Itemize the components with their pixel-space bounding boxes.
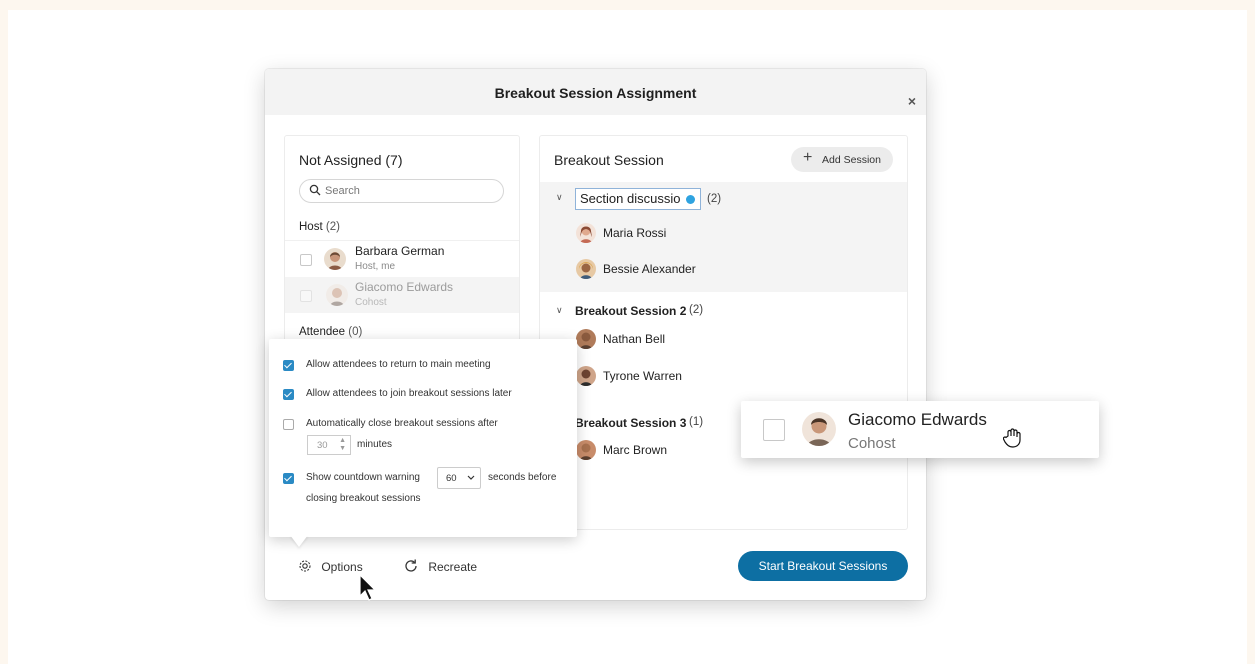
stepper-value: 30 [317,440,328,451]
popover-pointer [290,535,308,547]
member-name: Bessie Alexander [603,262,696,276]
dialog-header: Breakout Session Assignment × [265,69,926,115]
gear-icon [299,560,311,572]
options-button[interactable]: Options [298,559,363,574]
session-name-text: Section discussio [580,191,681,206]
text-cursor-icon [686,195,695,204]
countdown-select[interactable]: 60 [437,467,481,489]
avatar [576,329,596,349]
participant-name: Barbara German [355,244,445,258]
minutes-unit: minutes [357,439,393,450]
option-label: Allow attendees to join breakout session… [306,388,512,399]
attendee-count: (0) [348,326,363,338]
dialog-title: Breakout Session Assignment [494,85,697,101]
session-group: ∨ Breakout Session 2 (2) Nathan Bell Tyr… [540,296,907,406]
minutes-stepper[interactable]: 30 ▲ ▼ [307,435,351,455]
list-item[interactable]: Bessie Alexander [540,254,907,290]
participant-role: Cohost [355,297,387,308]
search-icon [309,184,321,196]
breakout-session-panel: Breakout Session + Add Session ∨ Section… [539,135,908,530]
breakout-session-title: Breakout Session [554,152,664,168]
avatar [802,412,836,446]
avatar [576,366,596,386]
member-name: Nathan Bell [603,332,666,346]
dragged-participant-card[interactable]: Giacomo Edwards Cohost [741,401,1099,458]
avatar [576,440,596,460]
option-label: Automatically close breakout sessions af… [306,418,498,429]
recreate-label: Recreate [428,560,478,574]
avatar [576,259,596,279]
countdown-suffix: seconds before [488,472,557,483]
session-count: (2) [707,193,722,205]
add-session-button[interactable]: + Add Session [791,147,893,172]
host-heading: Host (2) [299,221,340,233]
participant-name: Giacomo Edwards [848,410,987,429]
list-item[interactable]: Nathan Bell [540,324,907,360]
member-name: Marc Brown [603,443,668,457]
checkbox-checked[interactable] [283,389,294,400]
session-count: (2) [689,304,704,316]
mouse-pointer-icon [359,574,377,601]
avatar [324,248,346,270]
option-label: Show countdown warning [306,472,420,483]
checkbox-checked[interactable] [283,360,294,371]
countdown-suffix-2: closing breakout sessions [306,493,421,504]
attendee-heading: Attendee (0) [299,326,362,338]
close-icon[interactable]: × [908,77,916,125]
participant-name: Giacomo Edwards [355,280,454,294]
grab-hand-icon [1003,428,1021,448]
options-label: Options [321,560,363,574]
select-value: 60 [446,473,457,484]
member-name: Maria Rossi [603,226,667,240]
host-heading-label: Host [299,221,323,233]
participant-role: Host, me [355,261,396,272]
member-name: Tyrone Warren [603,369,682,383]
not-assigned-count: (7) [385,152,403,168]
checkbox-checked[interactable] [283,473,294,484]
list-item[interactable]: Barbara German Host, me [285,240,519,277]
host-count: (2) [325,221,340,233]
list-item[interactable]: Giacomo Edwards Cohost [285,277,519,313]
avatar [326,284,348,306]
list-item[interactable]: Tyrone Warren [540,361,907,397]
select-checkbox[interactable] [300,254,312,266]
stepper-arrows-icon[interactable]: ▲ ▼ [339,437,346,453]
refresh-icon [405,559,417,572]
session-group: ∨ Section discussio (2) Maria Rossi Bess… [540,182,907,292]
chevron-down-icon [467,475,475,480]
plus-icon: + [803,149,813,166]
select-checkbox[interactable] [763,419,785,441]
participant-role: Cohost [848,435,896,452]
session-name-input[interactable]: Section discussio [575,188,701,210]
not-assigned-title: Not Assigned (7) [299,152,403,168]
session-name: Breakout Session 2 [575,304,687,318]
attendee-heading-label: Attendee [299,326,346,338]
search-placeholder: Search [325,185,360,197]
chevron-down-icon[interactable]: ∨ [556,192,563,203]
add-session-label: Add Session [822,154,881,166]
recreate-button[interactable]: Recreate [403,558,477,574]
session-name: Breakout Session 3 [575,416,687,430]
checkbox-unchecked[interactable] [283,419,294,430]
search-input[interactable]: Search [299,179,504,203]
option-label: Allow attendees to return to main meetin… [306,359,491,370]
session-count: (1) [689,416,704,428]
start-breakout-sessions-button[interactable]: Start Breakout Sessions [738,551,908,581]
chevron-down-icon[interactable]: ∨ [556,305,563,316]
list-item[interactable]: Maria Rossi [540,218,907,254]
not-assigned-label: Not Assigned [299,152,382,168]
select-checkbox[interactable] [300,290,312,302]
options-popover: Allow attendees to return to main meetin… [269,339,577,537]
avatar [576,223,596,243]
